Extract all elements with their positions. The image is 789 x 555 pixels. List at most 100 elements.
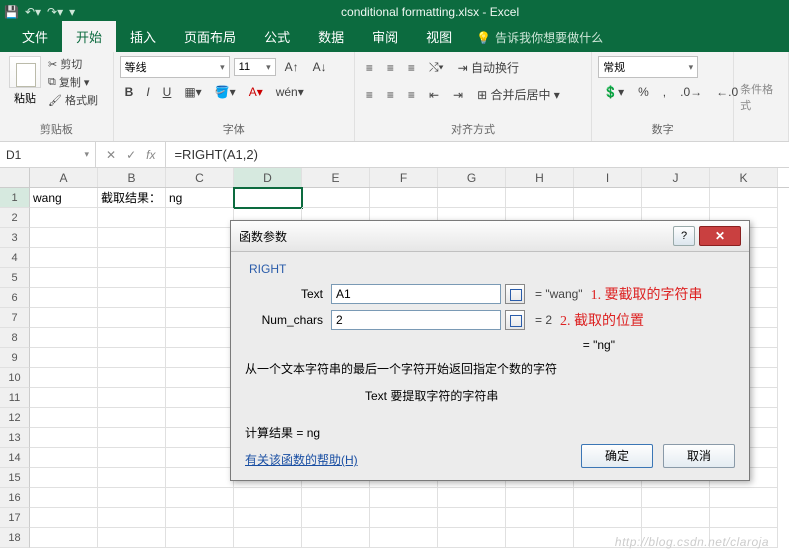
row-header[interactable]: 12: [0, 408, 30, 428]
arg-text-input[interactable]: [331, 284, 501, 304]
cell[interactable]: [30, 508, 98, 528]
comma-button[interactable]: ,: [658, 82, 671, 102]
row-header[interactable]: 10: [0, 368, 30, 388]
cell[interactable]: [30, 328, 98, 348]
row-header[interactable]: 17: [0, 508, 30, 528]
cell[interactable]: [98, 508, 166, 528]
cell[interactable]: [98, 288, 166, 308]
cell[interactable]: [166, 368, 234, 388]
cell[interactable]: [166, 388, 234, 408]
row-header[interactable]: 2: [0, 208, 30, 228]
number-format-combo[interactable]: 常规: [598, 56, 698, 78]
cell[interactable]: [166, 448, 234, 468]
row-header[interactable]: 13: [0, 428, 30, 448]
format-painter-button[interactable]: 🖌格式刷: [48, 92, 98, 108]
row-header[interactable]: 15: [0, 468, 30, 488]
inc-decimal-button[interactable]: .0→: [675, 82, 707, 102]
cell[interactable]: [302, 528, 370, 548]
cell[interactable]: wang: [30, 188, 98, 208]
column-header[interactable]: G: [438, 168, 506, 187]
select-all-corner[interactable]: [0, 168, 30, 187]
cell[interactable]: [234, 188, 302, 208]
name-box[interactable]: D1▾: [0, 142, 96, 167]
font-color-button[interactable]: A▾: [244, 82, 268, 102]
column-header[interactable]: I: [574, 168, 642, 187]
cut-button[interactable]: ✂剪切: [48, 56, 98, 72]
cell[interactable]: [98, 328, 166, 348]
cell[interactable]: [166, 308, 234, 328]
align-top-button[interactable]: ≡: [361, 58, 378, 78]
save-icon[interactable]: 💾: [4, 5, 19, 19]
cell[interactable]: [234, 528, 302, 548]
undo-icon[interactable]: ↶▾: [25, 5, 41, 19]
cell[interactable]: [98, 208, 166, 228]
cell[interactable]: [642, 488, 710, 508]
cell[interactable]: [574, 488, 642, 508]
cell[interactable]: [98, 388, 166, 408]
row-header[interactable]: 3: [0, 228, 30, 248]
dialog-help-button[interactable]: ?: [673, 226, 695, 246]
cell[interactable]: [30, 348, 98, 368]
cell[interactable]: [98, 448, 166, 468]
tab-layout[interactable]: 页面布局: [170, 21, 250, 52]
cell[interactable]: [30, 308, 98, 328]
cell[interactable]: [98, 408, 166, 428]
tab-insert[interactable]: 插入: [116, 21, 170, 52]
column-header[interactable]: D: [234, 168, 302, 187]
cell[interactable]: [30, 488, 98, 508]
cell[interactable]: [166, 328, 234, 348]
cancel-button[interactable]: 取消: [663, 444, 735, 468]
column-header[interactable]: F: [370, 168, 438, 187]
tab-review[interactable]: 审阅: [358, 21, 412, 52]
row-header[interactable]: 6: [0, 288, 30, 308]
row-header[interactable]: 18: [0, 528, 30, 548]
italic-button[interactable]: I: [141, 82, 154, 102]
cell[interactable]: [166, 288, 234, 308]
dialog-titlebar[interactable]: 函数参数 ? ✕: [231, 221, 749, 252]
cell[interactable]: [438, 528, 506, 548]
cancel-formula-icon[interactable]: ✕: [106, 148, 116, 162]
row-header[interactable]: 14: [0, 448, 30, 468]
cell[interactable]: [642, 188, 710, 208]
enter-formula-icon[interactable]: ✓: [126, 148, 136, 162]
cell[interactable]: [30, 528, 98, 548]
cell[interactable]: [302, 488, 370, 508]
cell[interactable]: [574, 508, 642, 528]
shrink-font-button[interactable]: A↓: [308, 57, 332, 77]
fill-color-button[interactable]: 🪣▾: [210, 82, 241, 102]
cell[interactable]: [30, 388, 98, 408]
tab-formulas[interactable]: 公式: [250, 21, 304, 52]
cell[interactable]: [166, 408, 234, 428]
align-right-button[interactable]: ≡: [403, 85, 420, 105]
border-button[interactable]: ▦▾: [179, 82, 206, 102]
font-size-combo[interactable]: 11: [234, 58, 276, 76]
cell[interactable]: [30, 368, 98, 388]
currency-button[interactable]: 💲▾: [598, 82, 629, 102]
cell[interactable]: [166, 508, 234, 528]
cell[interactable]: [710, 488, 778, 508]
align-middle-button[interactable]: ≡: [382, 58, 399, 78]
tab-view[interactable]: 视图: [412, 21, 466, 52]
orientation-button[interactable]: ⤭▾: [424, 57, 449, 78]
indent-dec-button[interactable]: ⇤: [424, 85, 444, 105]
cell[interactable]: [30, 408, 98, 428]
cell[interactable]: [710, 508, 778, 528]
cell[interactable]: [506, 188, 574, 208]
row-header[interactable]: 11: [0, 388, 30, 408]
column-header[interactable]: K: [710, 168, 778, 187]
dialog-close-button[interactable]: ✕: [699, 226, 741, 246]
cell[interactable]: [642, 508, 710, 528]
column-header[interactable]: C: [166, 168, 234, 187]
arg-num-input[interactable]: [331, 310, 501, 330]
cell[interactable]: [234, 488, 302, 508]
cell[interactable]: [234, 508, 302, 528]
cell[interactable]: [30, 248, 98, 268]
collapse-dialog-icon[interactable]: [505, 310, 525, 330]
wrap-text-button[interactable]: ⇥ 自动换行: [453, 56, 524, 79]
cell[interactable]: [370, 188, 438, 208]
align-center-button[interactable]: ≡: [382, 85, 399, 105]
cell[interactable]: [166, 268, 234, 288]
cell[interactable]: [574, 188, 642, 208]
function-help-link[interactable]: 有关该函数的帮助(H): [245, 453, 358, 467]
grow-font-button[interactable]: A↑: [280, 57, 304, 77]
